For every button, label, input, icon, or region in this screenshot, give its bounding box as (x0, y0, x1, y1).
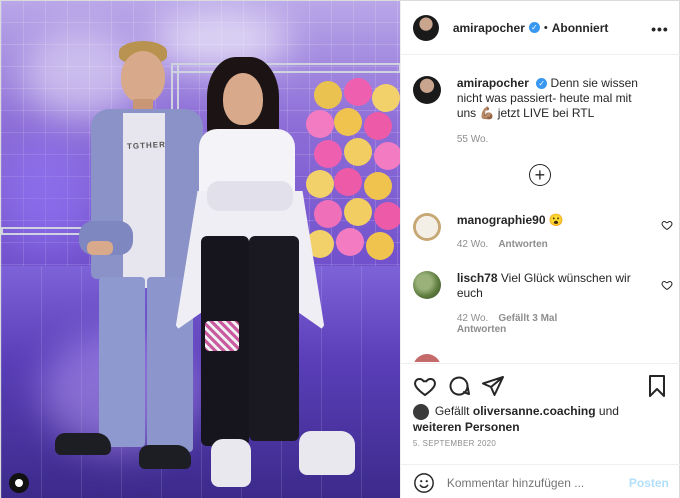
smiley-icon[interactable] (413, 472, 435, 494)
heart-outline-icon[interactable] (661, 279, 673, 291)
heart-outline-icon[interactable] (661, 219, 673, 231)
heart-outline-icon[interactable] (413, 374, 437, 398)
instagram-post: TGTHER amirapocher ✓ • Abonniert ••• ami… (0, 0, 680, 498)
speech-bubble-icon[interactable] (447, 374, 471, 398)
comment-likes-count[interactable]: Gefällt 3 Mal (498, 313, 557, 324)
liked-by-others[interactable]: weiteren Personen (413, 420, 520, 434)
header-separator: • (543, 21, 548, 34)
comment-username[interactable]: lisch78 (457, 271, 498, 285)
comment-text: 😮 (548, 213, 564, 227)
post-comment-button[interactable]: Posten (629, 476, 669, 490)
reply-button[interactable]: Antworten (457, 324, 506, 335)
comment-input[interactable] (446, 475, 617, 490)
post-side-panel: amirapocher ✓ • Abonniert ••• amirapoche… (399, 1, 680, 498)
post-photo[interactable]: TGTHER (1, 1, 400, 498)
comments-list[interactable]: amirapocher ✓ Denn sie wissen nicht was … (401, 56, 680, 362)
caption-age[interactable]: 55 Wo. (457, 134, 489, 145)
avatar[interactable] (412, 213, 441, 241)
avatar[interactable] (412, 404, 429, 420)
post-header: amirapocher ✓ • Abonniert ••• (400, 1, 680, 55)
avatar[interactable] (412, 14, 439, 41)
post-date[interactable]: 5. SEPTEMBER 2020 (413, 439, 496, 448)
comment-age[interactable]: 42 Wo. (457, 313, 489, 324)
load-more-comments-button[interactable]: + (528, 164, 551, 186)
avatar[interactable] (412, 76, 441, 104)
three-dots-icon[interactable]: ••• (651, 21, 669, 37)
follow-status-button[interactable]: Abonniert (552, 21, 609, 35)
paper-plane-icon[interactable] (481, 374, 505, 398)
avatar[interactable] (412, 271, 441, 299)
tagged-user-icon[interactable] (9, 473, 29, 493)
likes-summary: Gefällt oliversanne.coaching und weitere… (412, 404, 619, 434)
header-username[interactable]: amirapocher (453, 21, 525, 35)
comment-username[interactable]: manographie90 (457, 213, 546, 227)
verified-badge-icon: ✓ (528, 22, 540, 33)
comment-box: Posten (400, 464, 680, 498)
reply-button[interactable]: Antworten (498, 239, 547, 250)
avatar[interactable] (412, 354, 441, 362)
comment-age[interactable]: 42 Wo. (457, 239, 489, 250)
bookmark-icon[interactable] (645, 374, 669, 398)
caption-username[interactable]: amirapocher (457, 76, 529, 90)
woman-figure (171, 51, 355, 498)
verified-badge-icon: ✓ (536, 78, 548, 90)
liked-by-user[interactable]: oliversanne.coaching (473, 404, 596, 418)
post-actions: Gefällt oliversanne.coaching und weitere… (400, 363, 680, 498)
